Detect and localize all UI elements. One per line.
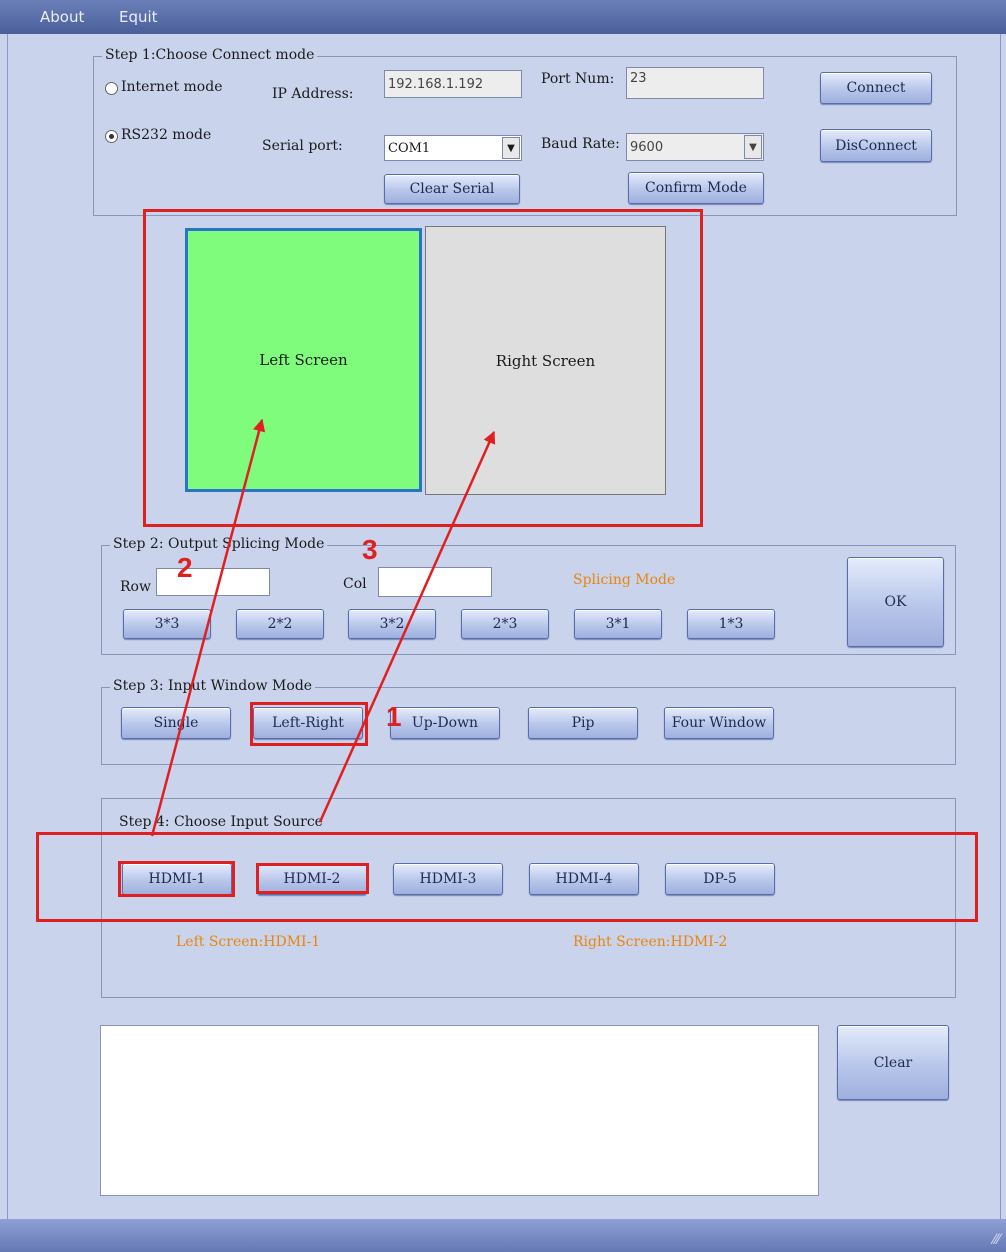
- annotation-number-1: 1: [386, 701, 402, 732]
- annotation-number-3: 3: [362, 534, 378, 565]
- arrow-hdmi1-to-left-screen: [150, 418, 266, 837]
- annotation-arrows: [150, 418, 496, 837]
- arrow-hdmi2-to-right-screen: [318, 430, 496, 823]
- annotation-number-2: 2: [177, 552, 193, 583]
